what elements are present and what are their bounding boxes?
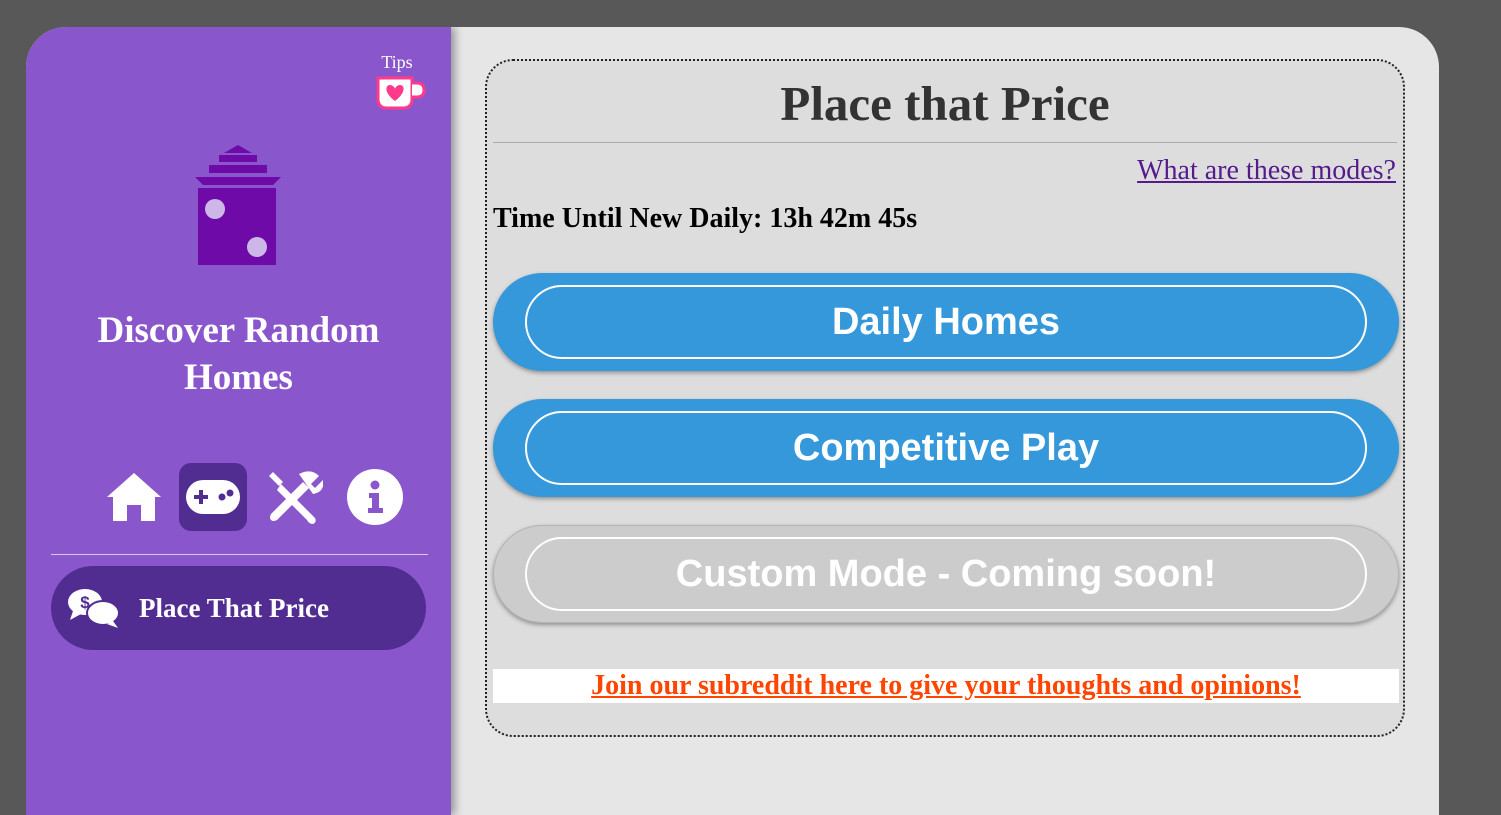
tips-button[interactable]: Tips [374,52,430,111]
sidebar: Tips Discover Random Homes $ Place That … [26,27,451,815]
nav-info-button[interactable] [341,463,409,531]
nav-tools-button[interactable] [260,463,328,531]
daily-homes-label: Daily Homes [525,285,1367,359]
daily-timer: Time Until New Daily: 13h 42m 45s [493,203,918,234]
competitive-play-label: Competitive Play [525,411,1367,485]
nav-games-button[interactable] [179,463,247,531]
page-title: Place that Price [780,76,1110,131]
kofi-cup-icon [376,76,426,110]
custom-mode-button: Custom Mode - Coming soon! [493,525,1399,623]
competitive-play-button[interactable]: Competitive Play [493,399,1399,497]
modes-help-link[interactable]: What are these modes? [1137,155,1396,187]
gamepad-icon [186,480,240,514]
price-chat-icon: $ [67,587,123,629]
daily-homes-button[interactable]: Daily Homes [493,273,1399,371]
sidebar-divider [51,554,428,555]
info-icon [347,469,403,525]
app-window: Tips Discover Random Homes $ Place That … [26,27,1439,815]
sidebar-item-label: Place That Price [139,592,329,623]
home-icon [107,473,161,521]
site-title: Discover Random Homes [26,307,451,401]
dice-house-logo [195,145,281,265]
tools-icon [269,471,323,524]
tips-label: Tips [381,52,413,72]
nav-home-button[interactable] [100,463,168,531]
site-title-line1: Discover Random [97,310,380,351]
sidebar-item-place-that-price[interactable]: $ Place That Price [51,566,426,650]
subreddit-banner: Join our subreddit here to give your tho… [493,669,1399,703]
title-divider [493,142,1397,143]
svg-text:$: $ [80,593,90,612]
game-panel: Place that Price What are these modes? T… [485,59,1405,737]
custom-mode-label: Custom Mode - Coming soon! [525,537,1367,611]
site-title-line2: Homes [184,357,293,398]
subreddit-link[interactable]: Join our subreddit here to give your tho… [591,670,1301,701]
